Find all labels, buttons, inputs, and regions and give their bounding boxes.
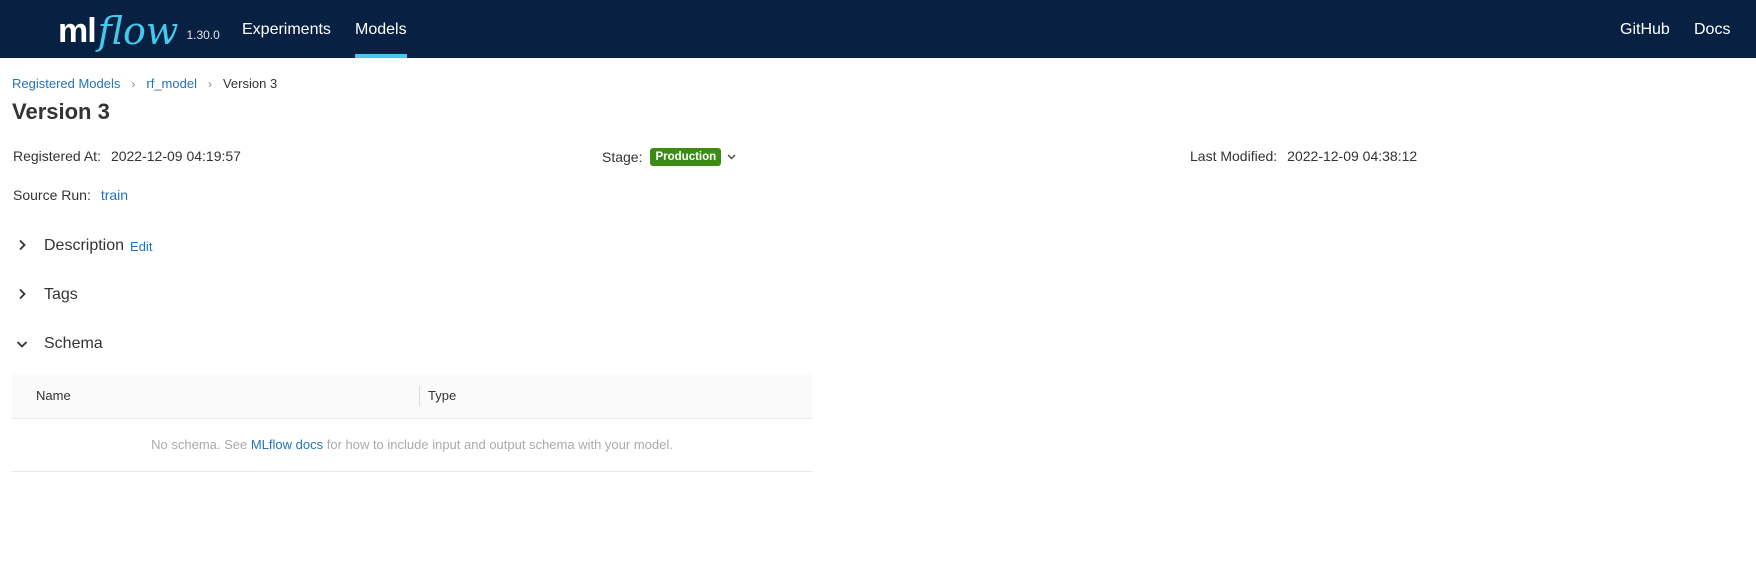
description-edit-link[interactable]: Edit [130,239,152,254]
chevron-down-icon[interactable] [727,151,736,163]
nav-docs[interactable]: Docs [1694,0,1730,58]
chevron-right-icon [14,238,30,254]
schema-section-toggle[interactable]: Schema [14,335,103,353]
breadcrumb: Registered Models › rf_model › Version 3 [12,76,277,91]
schema-empty-message: No schema. See MLflow docs for how to in… [12,419,812,472]
schema-table: Name Type No schema. See MLflow docs for… [12,374,812,472]
logo-ml-text: ml [58,12,97,50]
mlflow-docs-link[interactable]: MLflow docs [251,437,323,452]
version-label: 1.30.0 [186,28,220,42]
tags-heading: Tags [44,286,78,303]
column-header-name[interactable]: Name [36,388,71,403]
last-modified-field: Last Modified: 2022-12-09 04:38:12 [1190,148,1417,164]
registered-at-label: Registered At [13,148,98,164]
column-header-type[interactable]: Type [428,388,456,403]
last-modified-label: Last Modified [1190,148,1274,164]
colon: : [97,148,101,164]
source-run-link[interactable]: train [101,187,128,203]
breadcrumb-model[interactable]: rf_model [146,76,197,91]
page-title: Version 3 [12,99,110,124]
tags-section-toggle[interactable]: Tags [14,286,78,304]
stage-label: Stage [602,149,639,165]
registered-at-value: 2022-12-09 04:19:57 [110,148,241,164]
nav-github[interactable]: GitHub [1620,0,1670,58]
breadcrumb-registered-models[interactable]: Registered Models [12,76,120,91]
registered-at-field: Registered At: 2022-12-09 04:19:57 [13,148,241,164]
source-run-field: Source Run: train [13,187,128,203]
nav-experiments[interactable]: Experiments [242,0,331,58]
description-heading: Description [44,237,125,254]
top-navbar: ml flow 1.30.0 Experiments Models GitHub… [0,0,1756,58]
schema-table-header: Name Type [12,374,812,419]
logo-flow-text: flow [97,9,179,53]
colon: : [86,187,91,203]
empty-suffix: for how to include input and output sche… [323,437,673,452]
schema-heading: Schema [44,335,103,352]
source-run-label: Source Run [13,187,87,203]
chevron-down-icon [14,336,30,352]
chevron-right-icon [14,287,30,303]
breadcrumb-current: Version 3 [222,76,278,91]
empty-prefix: No schema. See [151,437,251,452]
colon: : [638,149,643,165]
description-section-toggle[interactable]: Description Edit [14,237,152,255]
chevron-right-icon: › [207,76,212,91]
nav-models[interactable]: Models [355,0,407,58]
last-modified-value: 2022-12-09 04:38:12 [1287,148,1418,164]
column-divider [419,386,420,406]
colon: : [1273,148,1278,164]
stage-badge[interactable]: Production [650,148,722,166]
stage-field: Stage: Production [602,148,736,166]
mlflow-logo[interactable]: ml flow 1.30.0 [58,2,220,56]
chevron-right-icon: › [131,76,136,91]
